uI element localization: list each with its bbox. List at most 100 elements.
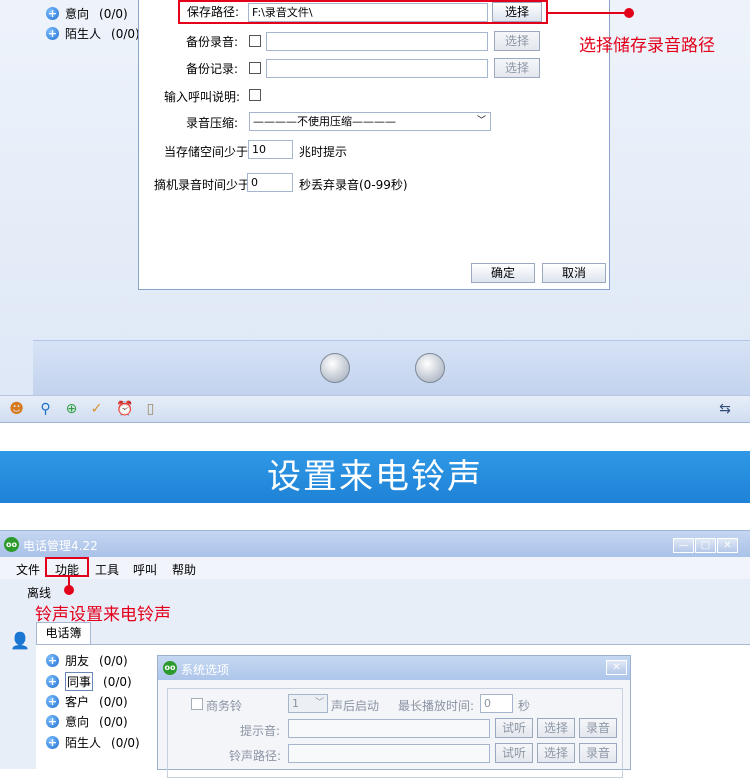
expand-plus-icon[interactable]: + [46,695,59,708]
app-logo-icon: oo [4,537,19,552]
window-titlebar: oo 电话管理4.22 — □ ✕ [0,531,750,557]
bottom-toolbar: ☻ ⚲ ⊕ ✓ ⏰ ▯ ⇆ [0,395,750,422]
annotation-dot-icon [624,8,634,18]
expand-plus-icon[interactable]: + [46,27,59,40]
add-icon[interactable]: ⊕ [63,401,80,418]
group-name: 朋友 [65,654,90,668]
phone-switch-icon[interactable]: ⇆ [713,401,737,418]
group-count: (0/0) [99,6,128,21]
highlight-box [45,557,89,577]
group-name: 陌生人 [65,27,102,41]
backup-log-checkbox[interactable] [249,62,261,74]
compress-value: ————不使用压缩———— [253,115,396,128]
max-play-label: 最长播放时间: [398,699,475,713]
expand-plus-icon[interactable]: + [46,715,59,728]
ok-button[interactable]: 确定 [471,263,535,283]
prompt-record-button[interactable]: 录音 [579,718,617,738]
hangup-phone-icon[interactable] [415,353,445,383]
annotation-line [548,12,628,14]
group-count: (0/0) [99,714,128,729]
ring-count-select[interactable]: 1 ﹀ [288,694,328,713]
backup-log-input[interactable] [266,59,488,78]
hangup-prefix-label: 摘机录音时间少于 [154,178,251,192]
annotation-text: 选择储存录音路径 [579,36,715,56]
expand-plus-icon[interactable]: + [46,736,59,749]
group-count: (0/0) [111,26,140,41]
group-name: 客户 [65,695,90,709]
dialog-title: 系统选项 [181,663,230,677]
group-item-colleagues[interactable]: + 同事 (0/0) [46,672,132,691]
backup-record-input[interactable] [266,32,488,51]
hangup-threshold-input[interactable]: 0 [247,173,293,192]
minimize-icon[interactable]: — [673,538,694,553]
group-item-stranger[interactable]: + 陌生人 (0/0) [46,734,140,751]
group-count: (0/0) [99,653,128,668]
backup-log-select-button[interactable]: 选择 [494,58,540,78]
tab-phonebook[interactable]: 电话簿 [36,622,91,644]
section-banner: 设置来电铃声 [0,451,750,503]
chevron-down-icon: ﹀ [314,698,324,708]
group-item-customers[interactable]: + 客户 (0/0) [46,693,128,710]
group-name: 意向 [65,7,90,21]
notes-icon[interactable]: ▯ [142,401,159,418]
search-icon[interactable]: ⚲ [37,401,54,418]
compress-label: 录音压缩: [186,116,239,130]
clean-icon[interactable]: ✓ [88,401,105,418]
call-control-bar [33,340,750,395]
contacts-avatar-icon: 👤 [10,631,30,650]
group-count: (0/0) [103,674,132,689]
ring-path-label: 铃声路径: [229,749,282,763]
highlight-box [178,0,548,24]
recording-settings-screenshot: + 意向 (0/0) + 陌生人 (0/0) 保存路径: F:\录音文件\ 选择… [0,0,750,423]
group-item-intent[interactable]: + 意向 (0/0) [46,713,128,730]
expand-plus-icon[interactable]: + [46,675,59,688]
space-suffix-label: 兆时提示 [299,145,348,159]
backup-record-checkbox[interactable] [249,35,261,47]
group-item-friends[interactable]: + 朋友 (0/0) [46,652,128,669]
menu-tools[interactable]: 工具 [95,561,119,578]
cancel-button[interactable]: 取消 [542,263,606,283]
app-logo-icon: oo [163,661,177,675]
expand-plus-icon[interactable]: + [46,654,59,667]
group-count: (0/0) [99,694,128,709]
prompt-sound-input[interactable] [288,719,490,738]
ring-path-input[interactable] [288,744,490,763]
group-item-stranger[interactable]: + 陌生人 (0/0) [46,25,140,42]
seconds-label: 秒 [518,699,531,713]
menu-file[interactable]: 文件 [16,561,40,578]
ring-listen-button[interactable]: 试听 [495,743,533,763]
system-options-dialog: oo 系统选项 ✕ 商务铃 1 ﹀ 声后启动 最长播放时间: 0 秒 提示音: … [157,655,631,778]
menu-call[interactable]: 呼叫 [133,561,157,578]
compress-select[interactable]: ————不使用压缩———— ﹀ [249,112,491,131]
dialog-close-icon[interactable]: ✕ [606,660,627,675]
close-icon[interactable]: ✕ [717,538,738,553]
input-call-desc-label: 输入呼叫说明: [164,90,241,104]
prompt-listen-button[interactable]: 试听 [495,718,533,738]
dial-phone-icon[interactable] [320,353,350,383]
phone-manager-window: oo 电话管理4.22 — □ ✕ 文件 功能 工具 呼叫 帮助 离线 铃声设置… [0,530,750,778]
menu-bar: 文件 功能 工具 呼叫 帮助 [0,557,750,579]
backup-record-select-button[interactable]: 选择 [494,31,540,51]
group-item-intent[interactable]: + 意向 (0/0) [46,5,128,22]
group-name: 意向 [65,715,90,729]
dialog-titlebar: oo 系统选项 ✕ [158,656,630,680]
max-play-input[interactable]: 0 [480,694,513,713]
group-name: 陌生人 [65,736,102,750]
backup-record-label: 备份录音: [186,35,239,49]
annotation-dot-icon [64,585,74,595]
contacts-icon[interactable]: ☻ [8,401,25,418]
menu-help[interactable]: 帮助 [172,561,196,578]
group-name: 同事 [65,672,94,691]
input-call-desc-checkbox[interactable] [249,89,261,101]
maximize-icon[interactable]: □ [695,538,716,553]
expand-plus-icon[interactable]: + [46,7,59,20]
prompt-select-button[interactable]: 选择 [537,718,575,738]
business-ring-checkbox[interactable] [191,698,203,710]
group-count: (0/0) [111,735,140,750]
alarm-clock-icon[interactable]: ⏰ [116,401,133,418]
window-title: 电话管理4.22 [23,539,98,553]
ring-record-button[interactable]: 录音 [579,743,617,763]
ring-select-button[interactable]: 选择 [537,743,575,763]
space-prefix-label: 当存储空间少于 [164,145,249,159]
space-threshold-input[interactable]: 10 [248,140,293,159]
